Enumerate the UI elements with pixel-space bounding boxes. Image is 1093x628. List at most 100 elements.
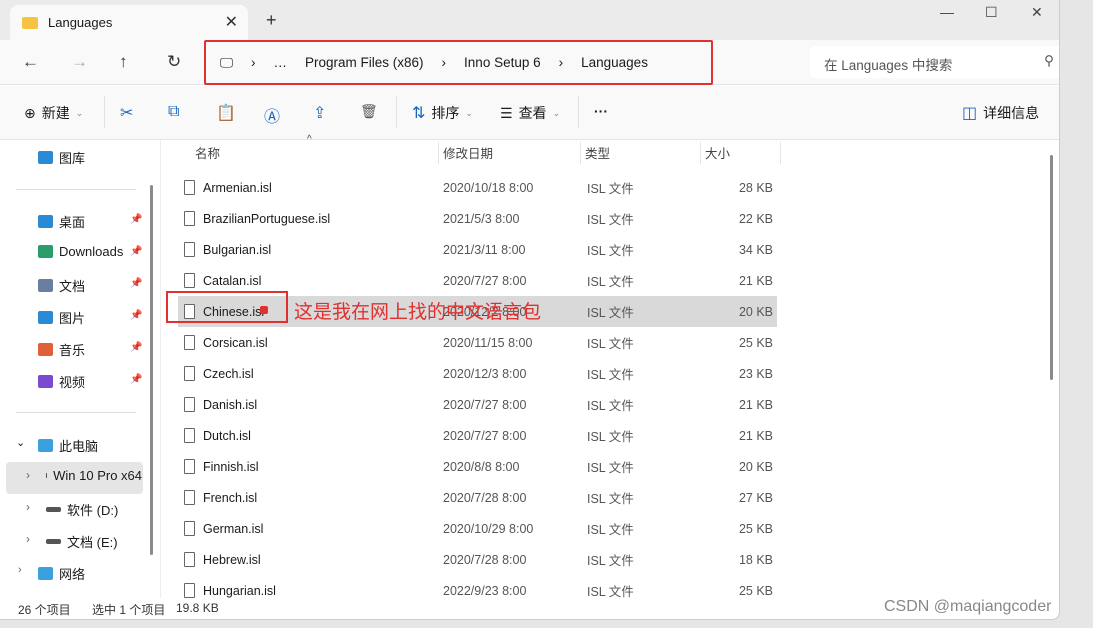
breadcrumb-languages[interactable]: Languages <box>581 55 648 70</box>
breadcrumb-program-files[interactable]: Program Files (x86) <box>305 55 424 70</box>
file-name: Hebrew.isl <box>203 552 261 567</box>
sidebar-item-gallery[interactable]: 图库 <box>38 148 85 167</box>
sidebar-item-drive[interactable]: 文档 (E:) <box>46 532 142 551</box>
column-size[interactable]: 大小 <box>701 142 781 164</box>
chevron-right-icon[interactable]: › <box>18 564 22 576</box>
breadcrumb-separator[interactable]: › <box>559 55 564 70</box>
sidebar-item-drive[interactable]: Win 10 Pro x64 <box>46 468 142 483</box>
sidebar-item-network[interactable]: 网络 <box>38 564 85 583</box>
column-header: 名称 修改日期 类型 大小 ^ <box>161 134 1059 168</box>
column-date[interactable]: 修改日期 <box>439 142 581 164</box>
up-icon[interactable]: ↑ <box>119 52 128 72</box>
rename-icon[interactable]: Ⓐ <box>264 103 280 127</box>
file-row[interactable]: Danish.isl 2020/7/27 8:00 ISL 文件 21 KB <box>178 389 777 420</box>
file-row[interactable]: Corsican.isl 2020/11/15 8:00 ISL 文件 25 KB <box>178 327 777 358</box>
pin-icon[interactable]: 📌 <box>130 278 142 289</box>
back-icon[interactable]: ← <box>22 52 39 72</box>
file-row[interactable]: Dutch.isl 2020/7/27 8:00 ISL 文件 21 KB <box>178 420 777 451</box>
selected-size: 19.8 KB <box>176 601 219 615</box>
file-date: 2020/12/3 8:00 <box>443 366 527 381</box>
sidebar-item-this-pc[interactable]: 此电脑 <box>38 436 98 455</box>
delete-icon[interactable]: 🗑 <box>360 103 378 120</box>
breadcrumb[interactable]: 🖵 › … Program Files (x86) › Inno Setup 6… <box>204 40 713 85</box>
file-size: 20 KB <box>738 304 773 319</box>
pin-icon[interactable]: 📌 <box>130 342 142 353</box>
file-size: 21 KB <box>738 428 773 443</box>
file-row[interactable]: Hebrew.isl 2020/7/28 8:00 ISL 文件 18 KB <box>178 544 777 575</box>
file-row[interactable]: French.isl 2020/7/28 8:00 ISL 文件 27 KB <box>178 482 777 513</box>
file-row[interactable]: Armenian.isl 2020/10/18 8:00 ISL 文件 28 KB <box>178 172 777 203</box>
pin-icon[interactable]: 📌 <box>130 310 142 321</box>
address-row: ← → ↑ ↻ 🖵 › … Program Files (x86) › Inno… <box>0 40 1059 85</box>
annotation-box <box>166 291 288 323</box>
minimize-button[interactable]: — <box>940 4 954 20</box>
sidebar-label: Downloads <box>59 244 124 259</box>
pin-icon[interactable]: 📌 <box>130 374 142 385</box>
chevron-down-icon[interactable]: ⌄ <box>16 436 25 449</box>
file-row[interactable]: BrazilianPortuguese.isl 2021/5/3 8:00 ISL … <box>178 203 777 234</box>
sidebar-item-quick[interactable]: 视频 <box>38 372 85 391</box>
breadcrumb-inno-setup[interactable]: Inno Setup 6 <box>464 55 541 70</box>
file-type: ISL 文件 <box>587 430 634 444</box>
chevron-right-icon[interactable]: › <box>26 500 30 514</box>
details-label: 详细信息 <box>983 105 1040 121</box>
new-button[interactable]: ⊕ 新建 ⌄ <box>24 103 83 123</box>
sidebar-item-drive[interactable]: 软件 (D:) <box>46 500 142 519</box>
column-type[interactable]: 类型 <box>581 142 701 164</box>
maximize-button[interactable]: ☐ <box>985 4 998 21</box>
drive-icon <box>46 473 48 478</box>
sidebar-label: 软件 (D:) <box>67 503 119 518</box>
copy-icon[interactable]: ⧉ <box>168 103 179 121</box>
sidebar-item-quick[interactable]: Downloads <box>38 244 123 259</box>
pin-icon[interactable]: 📌 <box>130 246 142 257</box>
file-type: ISL 文件 <box>587 306 634 320</box>
watermark: CSDN @maqiangcoder <box>884 598 1052 615</box>
quick-access-icon <box>38 343 53 356</box>
pin-icon[interactable]: 📌 <box>130 214 142 225</box>
sort-button[interactable]: ⇅ 排序 ⌄ <box>412 103 473 123</box>
sidebar-item-quick[interactable]: 桌面 <box>38 212 85 231</box>
file-row[interactable]: Finnish.isl 2020/8/8 8:00 ISL 文件 20 KB <box>178 451 777 482</box>
sort-label: 排序 <box>431 105 460 121</box>
chevron-right-icon[interactable]: › <box>26 532 30 546</box>
refresh-icon[interactable]: ↻ <box>167 52 181 72</box>
file-type: ISL 文件 <box>587 399 634 413</box>
close-window-button[interactable]: ✕ <box>1031 4 1043 21</box>
file-icon <box>184 366 195 381</box>
new-tab-button[interactable]: + <box>266 10 277 31</box>
details-button[interactable]: ◫ 详细信息 <box>962 103 1039 123</box>
chevron-right-icon[interactable]: › <box>26 468 30 482</box>
divider <box>396 96 397 128</box>
quick-access-icon <box>38 375 53 388</box>
column-name[interactable]: 名称 <box>191 142 439 164</box>
paste-icon[interactable]: 📋 <box>216 103 236 123</box>
close-tab-button[interactable]: ✕ <box>225 12 238 32</box>
sidebar-item-quick[interactable]: 音乐 <box>38 340 85 359</box>
breadcrumb-separator[interactable]: › <box>251 55 256 70</box>
sidebar-item-quick[interactable]: 文档 <box>38 276 85 295</box>
cut-icon[interactable]: ✂ <box>120 103 133 123</box>
forward-icon[interactable]: → <box>71 52 88 72</box>
file-name: BrazilianPortuguese.isl <box>203 211 331 226</box>
file-size: 21 KB <box>738 273 773 288</box>
breadcrumb-separator[interactable]: › <box>442 55 447 70</box>
file-list-scrollbar[interactable] <box>1050 155 1053 380</box>
folder-icon <box>22 16 38 29</box>
file-type: ISL 文件 <box>587 368 634 382</box>
computer-icon[interactable]: 🖵 <box>220 55 233 71</box>
share-icon[interactable]: ⇪ <box>313 103 326 123</box>
search-input[interactable]: 在 Languages 中搜索 ⚲ <box>810 46 1059 78</box>
view-button[interactable]: ☰ 查看 ⌄ <box>500 103 560 123</box>
file-size: 21 KB <box>738 397 773 412</box>
breadcrumb-more[interactable]: … <box>274 55 288 70</box>
tab-languages[interactable]: Languages ✕ <box>10 5 248 40</box>
more-button[interactable]: ··· <box>594 103 608 119</box>
file-row[interactable]: Czech.isl 2020/12/3 8:00 ISL 文件 23 KB <box>178 358 777 389</box>
sidebar-scrollbar[interactable] <box>150 185 153 555</box>
file-size: 22 KB <box>738 211 773 226</box>
file-row[interactable]: Bulgarian.isl 2021/3/11 8:00 ISL 文件 34 KB <box>178 234 777 265</box>
sidebar-item-quick[interactable]: 图片 <box>38 308 85 327</box>
file-size: 18 KB <box>738 552 773 567</box>
file-row[interactable]: German.isl 2020/10/29 8:00 ISL 文件 25 KB <box>178 513 777 544</box>
file-date: 2020/8/8 8:00 <box>443 459 520 474</box>
